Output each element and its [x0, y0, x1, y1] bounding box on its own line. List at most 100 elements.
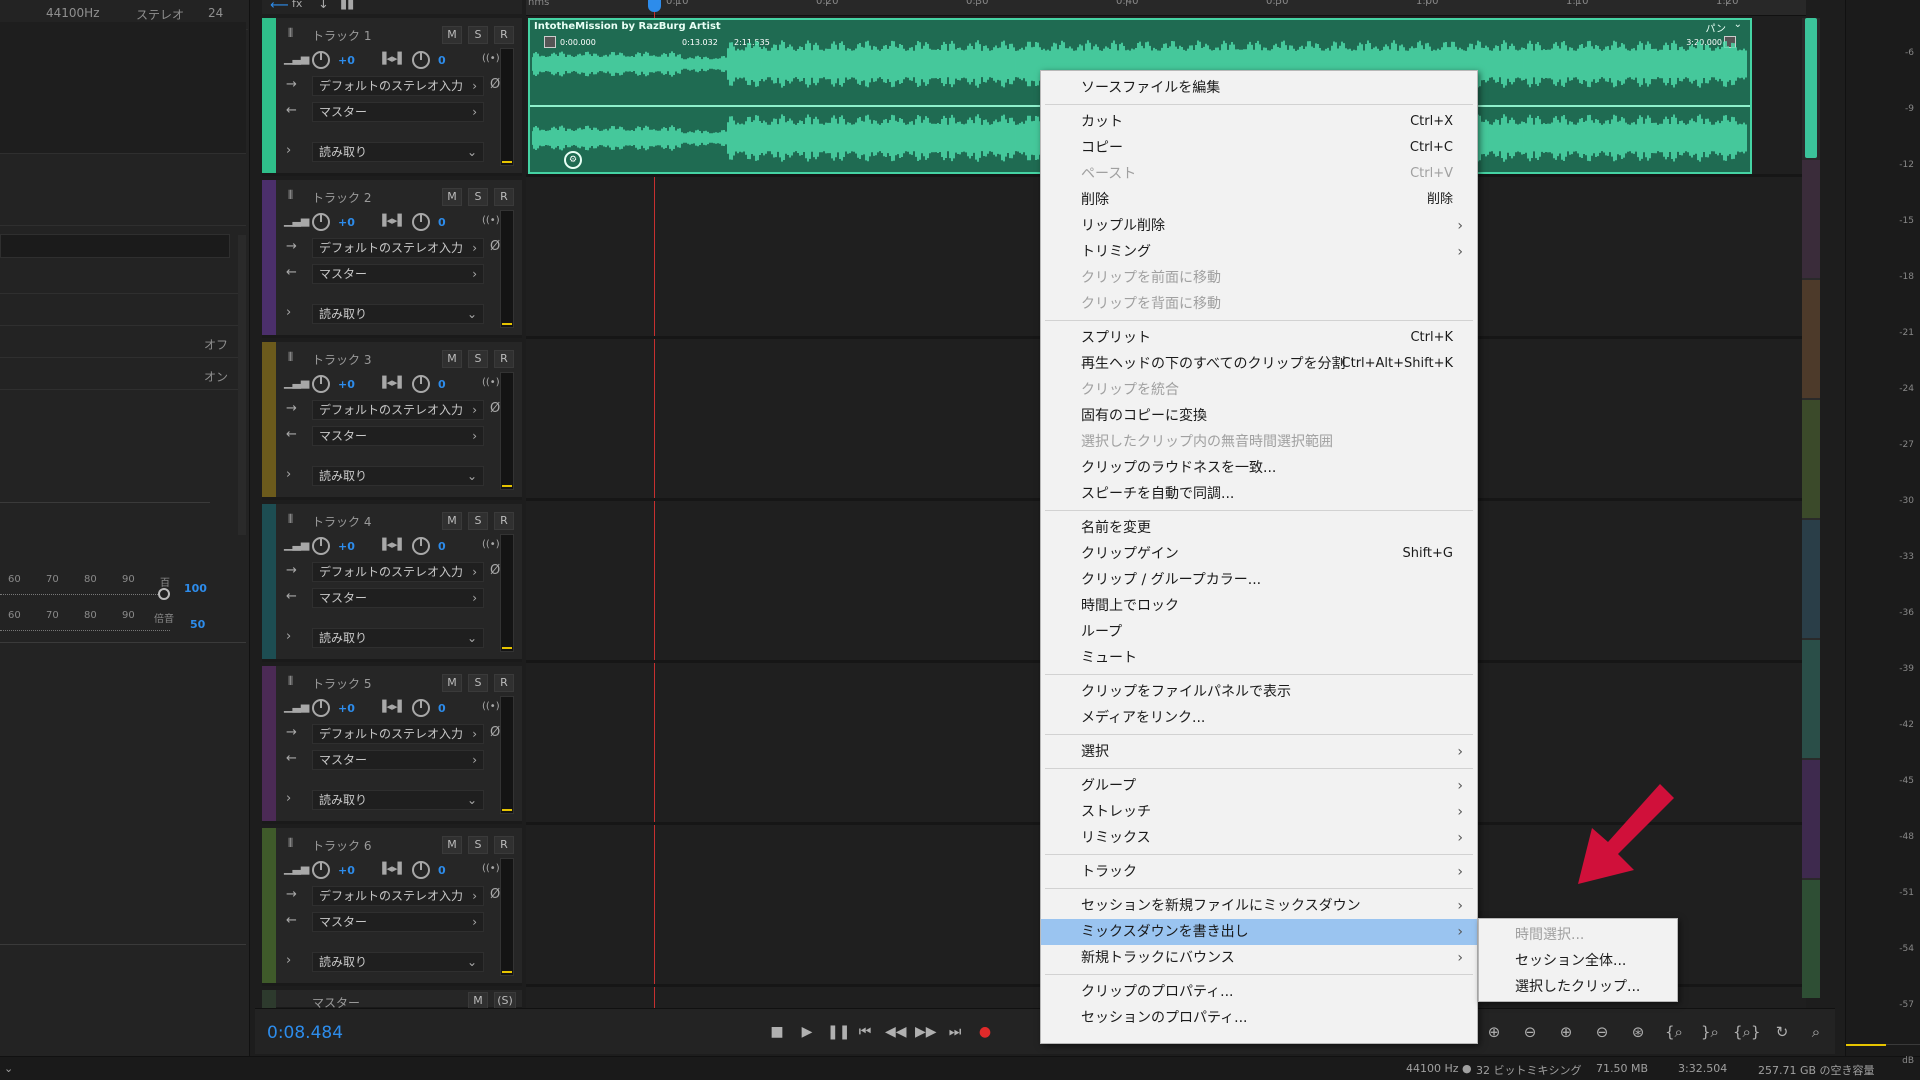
volume-value[interactable]: +0: [338, 702, 355, 715]
rewind-icon[interactable]: ◀◀: [885, 1023, 907, 1041]
context-menu-item[interactable]: リップル削除 ›: [1041, 213, 1477, 239]
expand-icon[interactable]: ›: [286, 467, 291, 482]
track-header[interactable]: ⫴ トラック 6 M S R ▁▃▅ +0 ▐◂▸▌ 0 ((•)) → デフォルトのステレオ入力 › Ø…: [262, 828, 522, 986]
record-arm-button[interactable]: R: [494, 350, 514, 368]
track-header[interactable]: ⫴ トラック 5 M S R ▁▃▅ +0 ▐◂▸▌ 0 ((•)) → デフォルトのステレオ入力 › Ø…: [262, 666, 522, 824]
output-select[interactable]: マスター ›: [312, 426, 484, 446]
record-icon[interactable]: ●: [975, 1023, 995, 1041]
volume-value[interactable]: +0: [338, 216, 355, 229]
context-menu-item[interactable]: ソースファイルを編集: [1041, 75, 1477, 101]
zoom-full-icon[interactable]: {⌕}: [1733, 1023, 1761, 1043]
context-menu-item[interactable]: スプリット Ctrl+K: [1041, 325, 1477, 351]
volume-value[interactable]: +0: [338, 54, 355, 67]
automation-select[interactable]: 読み取り ⌄: [312, 628, 484, 648]
input-select[interactable]: デフォルトのステレオ入力 ›: [312, 76, 484, 96]
context-menu-item[interactable]: クリップのラウドネスを一致...: [1041, 455, 1477, 481]
scrollbar-thumb[interactable]: [1805, 18, 1817, 158]
pan-knob[interactable]: [412, 699, 430, 717]
volume-knob[interactable]: [312, 699, 330, 717]
expand-icon[interactable]: ›: [286, 629, 291, 644]
input-arrow-icon[interactable]: ↓: [318, 0, 329, 12]
pan-value[interactable]: 0: [438, 702, 446, 715]
context-menu-item[interactable]: 固有のコピーに変換: [1041, 403, 1477, 429]
track-name[interactable]: トラック 1: [312, 27, 371, 44]
output-select[interactable]: マスター ›: [312, 750, 484, 770]
zoom-reset-icon[interactable]: ↻: [1769, 1023, 1795, 1043]
master-track-header[interactable]: マスター M (S): [262, 990, 522, 1010]
record-arm-button[interactable]: R: [494, 512, 514, 530]
input-select[interactable]: デフォルトのステレオ入力 ›: [312, 400, 484, 420]
context-menu-item[interactable]: セッションのプロパティ...: [1041, 1005, 1477, 1031]
chevron-down-icon[interactable]: ⌄: [1734, 19, 1742, 30]
mute-button[interactable]: M: [442, 674, 462, 692]
context-menu-item[interactable]: 選択 ›: [1041, 739, 1477, 765]
track-name[interactable]: トラック 5: [312, 675, 371, 692]
input-select[interactable]: デフォルトのステレオ入力 ›: [312, 724, 484, 744]
output-select[interactable]: マスター ›: [312, 588, 484, 608]
move-tool-icon[interactable]: ⟵: [270, 0, 289, 13]
phase-invert-icon[interactable]: Ø: [490, 563, 500, 578]
context-menu-item[interactable]: トラック ›: [1041, 859, 1477, 885]
solo-button[interactable]: S: [468, 350, 488, 368]
pan-value[interactable]: 0: [438, 864, 446, 877]
volume-knob[interactable]: [312, 51, 330, 69]
context-menu-item[interactable]: カット Ctrl+X: [1041, 109, 1477, 135]
panel-row-on[interactable]: オン: [0, 360, 246, 390]
phase-invert-icon[interactable]: Ø: [490, 725, 500, 740]
output-select[interactable]: マスター ›: [312, 264, 484, 284]
submenu-item[interactable]: セッション全体...: [1479, 948, 1677, 974]
pan-value[interactable]: 0: [438, 378, 446, 391]
phase-invert-icon[interactable]: Ø: [490, 887, 500, 902]
zoom-out-point-icon[interactable]: }⌕: [1697, 1023, 1723, 1043]
context-menu-item[interactable]: 時間上でロック: [1041, 593, 1477, 619]
solo-button[interactable]: S: [468, 836, 488, 854]
track-header[interactable]: ⫴ トラック 4 M S R ▁▃▅ +0 ▐◂▸▌ 0 ((•)) → デフォルトのステレオ入力 › Ø…: [262, 504, 522, 662]
pan-knob[interactable]: [412, 51, 430, 69]
context-menu-item[interactable]: 削除 削除: [1041, 187, 1477, 213]
context-menu-item[interactable]: メディアをリンク...: [1041, 705, 1477, 731]
volume-knob[interactable]: [312, 537, 330, 555]
pan-value[interactable]: 0: [438, 54, 446, 67]
meter-bars-icon[interactable]: ▮▮: [340, 0, 354, 12]
stop-icon[interactable]: ■: [767, 1023, 787, 1041]
track-header[interactable]: ⫴ トラック 2 M S R ▁▃▅ +0 ▐◂▸▌ 0 ((•)) → デフォルトのステレオ入力 › Ø…: [262, 180, 522, 338]
context-menu-item[interactable]: コピー Ctrl+C: [1041, 135, 1477, 161]
input-select[interactable]: デフォルトのステレオ入力 ›: [312, 238, 484, 258]
pan-value[interactable]: 0: [438, 540, 446, 553]
output-select[interactable]: マスター ›: [312, 102, 484, 122]
pause-icon[interactable]: ❚❚: [827, 1023, 850, 1041]
clip-fx-icon[interactable]: ⚙: [564, 151, 582, 169]
volume-value[interactable]: +0: [338, 540, 355, 553]
record-arm-button[interactable]: R: [494, 26, 514, 44]
record-arm-button[interactable]: R: [494, 836, 514, 854]
mute-button[interactable]: M: [442, 26, 462, 44]
volume-knob[interactable]: [312, 375, 330, 393]
pan-knob[interactable]: [412, 537, 430, 555]
input-select[interactable]: デフォルトのステレオ入力 ›: [312, 562, 484, 582]
solo-button[interactable]: S: [468, 674, 488, 692]
context-menu-item[interactable]: トリミング ›: [1041, 239, 1477, 265]
track-name[interactable]: トラック 3: [312, 351, 371, 368]
context-menu-item[interactable]: クリップゲイン Shift+G: [1041, 541, 1477, 567]
pan-knob[interactable]: [412, 861, 430, 879]
play-icon[interactable]: ▶: [797, 1023, 817, 1041]
context-menu-item[interactable]: 新規トラックにバウンス ›: [1041, 945, 1477, 971]
pan-knob[interactable]: [412, 375, 430, 393]
track-name[interactable]: トラック 6: [312, 837, 371, 854]
context-menu-item[interactable]: ミックスダウンを書き出し ›: [1041, 919, 1477, 945]
slider-ruler-1[interactable]: 60 70 80 90 百: [0, 574, 200, 604]
context-menu-item[interactable]: 再生ヘッドの下のすべてのクリップを分割 Ctrl+Alt+Shift+K: [1041, 351, 1477, 377]
context-menu-item[interactable]: ストレッチ ›: [1041, 799, 1477, 825]
context-menu-item[interactable]: リミックス ›: [1041, 825, 1477, 851]
skip-end-icon[interactable]: ⏭: [945, 1023, 965, 1041]
volume-knob[interactable]: [312, 861, 330, 879]
panel-input[interactable]: [0, 234, 230, 258]
playhead-handle[interactable]: [648, 0, 661, 12]
volume-value[interactable]: +0: [338, 378, 355, 391]
zoom-fit-icon[interactable]: ⌕: [1803, 1023, 1829, 1043]
skip-start-icon[interactable]: ⏮: [855, 1023, 875, 1041]
track-name[interactable]: トラック 2: [312, 189, 371, 206]
slider-thumb[interactable]: [158, 588, 170, 600]
track-header[interactable]: ⫴ トラック 3 M S R ▁▃▅ +0 ▐◂▸▌ 0 ((•)) → デフォルトのステレオ入力 › Ø…: [262, 342, 522, 500]
volume-value[interactable]: +0: [338, 864, 355, 877]
